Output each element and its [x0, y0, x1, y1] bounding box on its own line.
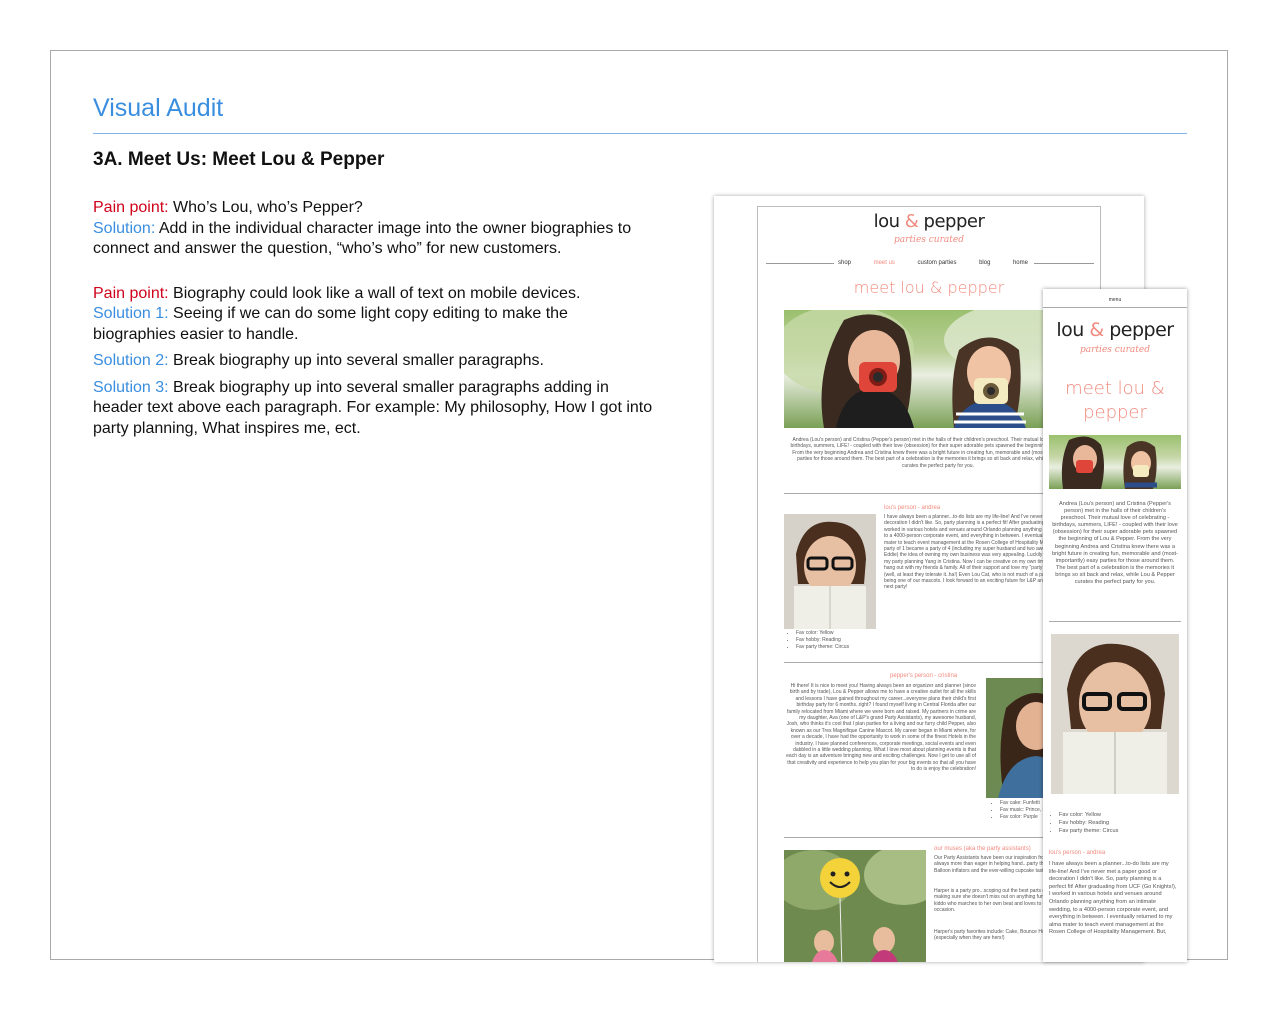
list-item: Fav color: Yellow	[1059, 811, 1118, 819]
logo-pepper: pepper	[918, 211, 985, 232]
nav-item-home[interactable]: home	[1013, 260, 1028, 266]
nav-item-blog[interactable]: blog	[979, 260, 990, 266]
list-item: Fav hobby: Reading	[1059, 819, 1118, 827]
audit-notes: Pain point: Who’s Lou, who’s Pepper? Sol…	[93, 198, 653, 439]
party-assistants-photo	[784, 850, 926, 962]
intro-paragraph: Andrea (Lou's person) and Cristina (Pepp…	[790, 437, 1086, 469]
pain-point-text: Biography could look like a wall of text…	[168, 284, 581, 302]
list-item: Fav hobby: Reading	[796, 637, 849, 644]
site-nav: shop meet us custom parties blog home	[838, 260, 1028, 266]
solution-text: Add in the individual character image in…	[93, 219, 632, 258]
nav-item-meet-us[interactable]: meet us	[874, 260, 895, 266]
nav-item-shop[interactable]: shop	[838, 260, 851, 266]
list-item: Fav party theme: Circus	[1059, 827, 1118, 835]
andrea-photo	[784, 514, 876, 629]
section-divider	[1049, 621, 1181, 622]
logo-amp: &	[904, 211, 919, 232]
logo-amp: &	[1089, 319, 1104, 341]
mobile-menu-button[interactable]: menu	[1043, 297, 1187, 303]
lou-favorites: Fav color: Yellow Fav hobby: Reading Fav…	[1049, 811, 1118, 835]
solution-label: Solution 1:	[93, 305, 169, 322]
intro-paragraph: Andrea (Lou's person) and Cristina (Pepp…	[1052, 501, 1178, 586]
logo-lou: lou	[1056, 319, 1090, 341]
site-logo[interactable]: lou & pepper	[1043, 319, 1187, 341]
solution-1: Solution: Add in the individual characte…	[93, 219, 653, 260]
solution-text: Break biography up into several smaller …	[168, 352, 544, 369]
section-title: 3A. Meet Us: Meet Lou & Pepper	[93, 149, 385, 170]
pain-point-label: Pain point:	[93, 199, 169, 216]
nav-divider-left	[766, 263, 834, 264]
pepper-bio: Hi there! It is nice to meet you! Having…	[786, 683, 976, 773]
nav-item-custom-parties[interactable]: custom parties	[917, 260, 956, 266]
solution-option-3: Solution 3: Break biography up into seve…	[93, 378, 653, 440]
pain-point-text: Who’s Lou, who’s Pepper?	[168, 199, 363, 216]
mobile-mockup: menu lou & pepper parties curated meet l…	[1043, 289, 1187, 962]
title-divider	[93, 133, 1187, 134]
lou-section-heading: lou's person - andrea	[1049, 850, 1106, 856]
list-item: Fav color: Yellow	[796, 630, 849, 637]
andrea-photo	[1051, 634, 1179, 794]
lou-favorites: Fav color: Yellow Fav hobby: Reading Fav…	[786, 630, 849, 651]
solution-label: Solution:	[93, 219, 156, 237]
pain-point-1: Pain point: Who’s Lou, who’s Pepper?	[93, 198, 653, 219]
pain-point-2: Pain point: Biography could look like a …	[93, 284, 653, 305]
pain-point-label: Pain point:	[93, 284, 169, 302]
solution-text: Break biography up into several smaller …	[93, 378, 653, 437]
menu-divider	[1043, 307, 1187, 308]
solution-label: Solution 2:	[93, 352, 169, 369]
page-heading: meet lou & pepper	[1065, 378, 1165, 423]
muses-section-heading: our muses (aka the party assistants)	[934, 846, 1031, 852]
site-tagline: parties curated	[1080, 345, 1150, 355]
solution-option-2: Solution 2: Break biography up into seve…	[93, 351, 653, 372]
hero-photo	[1049, 435, 1181, 489]
page-title: Visual Audit	[93, 94, 224, 122]
solution-option-1: Solution 1: Seeing if we can do some lig…	[93, 304, 653, 345]
lou-bio: I have always been a planner...to-do lis…	[1049, 861, 1177, 936]
lou-section-heading: lou's person - andrea	[884, 505, 941, 511]
logo-pepper: pepper	[1103, 319, 1174, 341]
site-tagline: parties curated	[894, 235, 964, 245]
nav-divider-right	[1034, 263, 1094, 264]
pepper-section-heading: pepper's person - cristina	[890, 673, 958, 679]
list-item: Fav party theme: Circus	[796, 644, 849, 651]
solution-label: Solution 3:	[93, 378, 169, 396]
logo-lou: lou	[873, 211, 905, 232]
site-logo[interactable]: lou & pepper	[758, 211, 1100, 232]
